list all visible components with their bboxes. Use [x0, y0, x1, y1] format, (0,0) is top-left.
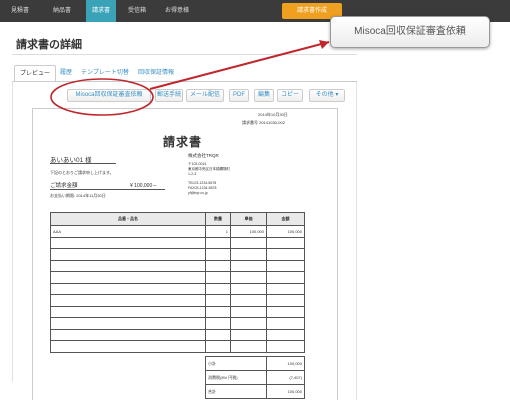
subtab-divider — [12, 81, 357, 82]
table-row — [50, 305, 305, 318]
content-left-border — [12, 82, 13, 382]
table-row — [50, 294, 305, 307]
tab-template-switch[interactable]: テンプレート切替 — [81, 65, 129, 81]
table-row — [50, 328, 305, 341]
tab-collection-guarantee[interactable]: 回収保証情報 — [138, 65, 174, 81]
tax-label: 消費税(8% 円税) — [205, 370, 267, 385]
column-header: 数量 — [205, 212, 231, 226]
invoice-title: 請求書 — [163, 135, 203, 149]
nav-tab-deliveries[interactable]: 納品書 — [48, 0, 76, 22]
callout-label: Misoca回収保証審査依頼 — [330, 16, 490, 48]
amount-label: ご請求金額 — [50, 183, 78, 189]
nav-tab-customers[interactable]: お得意様 — [160, 0, 194, 22]
total-label: 合計 — [205, 384, 267, 399]
amount-underline — [50, 189, 165, 190]
company-address-2: 1-2-3 — [188, 172, 197, 176]
invoice-number: 請求番号 20141030-002 — [242, 120, 285, 125]
table-row — [50, 259, 305, 272]
edit-button[interactable]: 編集 — [254, 89, 274, 102]
invoice-date: 2014年10月30日 — [258, 112, 288, 117]
subtotal-value: 100,000 — [266, 356, 305, 371]
item-qty: 1 — [205, 225, 231, 238]
table-row: AAA 1 100,000 100,000 — [50, 225, 305, 238]
postal-send-button[interactable]: 郵送手続 — [155, 89, 183, 102]
table-row — [50, 271, 305, 284]
summary-table: 小計 100,000 消費税(8% 円税) (7,407) 合計 100,000 — [205, 356, 305, 399]
table-row — [50, 282, 305, 295]
payment-due: お支払い期限: 2014年11月30日 — [50, 193, 106, 198]
company-tel: TEL03-1234-5678 — [188, 181, 217, 185]
company-fax: FAX03-1234-5678 — [188, 186, 217, 190]
item-total: 100,000 — [266, 225, 305, 238]
column-header: 品番・品名 — [50, 212, 206, 226]
misoca-guarantee-request-button[interactable]: Misoca回収保証審査依頼 — [67, 89, 151, 102]
summary-row: 小計 100,000 — [205, 356, 305, 371]
column-header: 金額 — [266, 212, 305, 226]
tab-preview[interactable]: プレビュー — [14, 65, 57, 81]
tax-value: (7,407) — [266, 370, 305, 385]
line-items-body: AAA 1 100,000 100,000 — [50, 225, 305, 353]
more-actions-button[interactable]: その他 ▾ — [309, 89, 345, 102]
table-row — [50, 248, 305, 261]
copy-button[interactable]: コピー — [277, 89, 303, 102]
mail-send-button[interactable]: メール配信 — [186, 89, 224, 102]
summary-row: 合計 100,000 — [205, 384, 305, 399]
callout-arrowhead — [319, 40, 329, 49]
table-row — [50, 340, 305, 353]
item-price: 100,000 — [230, 225, 267, 238]
item-name: AAA — [50, 225, 206, 238]
company-name: 株式会社TRQR — [188, 153, 219, 158]
nav-tab-invoices[interactable]: 請求書 — [86, 0, 116, 22]
invoice-note: 下記のとおりご請求申し上げます。 — [50, 170, 114, 175]
nav-tab-inbox[interactable]: 受信箱 — [124, 0, 150, 22]
client-underline — [50, 163, 116, 164]
invoice-amount: ¥ 100,000－ — [130, 183, 158, 189]
tab-history[interactable]: 履歴 — [60, 65, 72, 81]
total-value: 100,000 — [266, 384, 305, 399]
nav-tab-estimates[interactable]: 見積書 — [6, 0, 34, 22]
column-header: 単価 — [230, 212, 267, 226]
title-divider — [12, 54, 357, 55]
line-items-table: 品番・品名 数量 単価 金額 AAA 1 100,000 100,000 — [50, 212, 305, 353]
company-email: yf@trqr.co.jp — [188, 191, 208, 195]
table-row — [50, 317, 305, 330]
summary-row: 消費税(8% 円税) (7,407) — [205, 370, 305, 385]
page-title: 請求書の詳細 — [16, 39, 82, 51]
pdf-button[interactable]: PDF — [229, 89, 249, 102]
subtotal-label: 小計 — [205, 356, 267, 371]
content-right-border — [356, 82, 357, 400]
table-row — [50, 236, 305, 249]
